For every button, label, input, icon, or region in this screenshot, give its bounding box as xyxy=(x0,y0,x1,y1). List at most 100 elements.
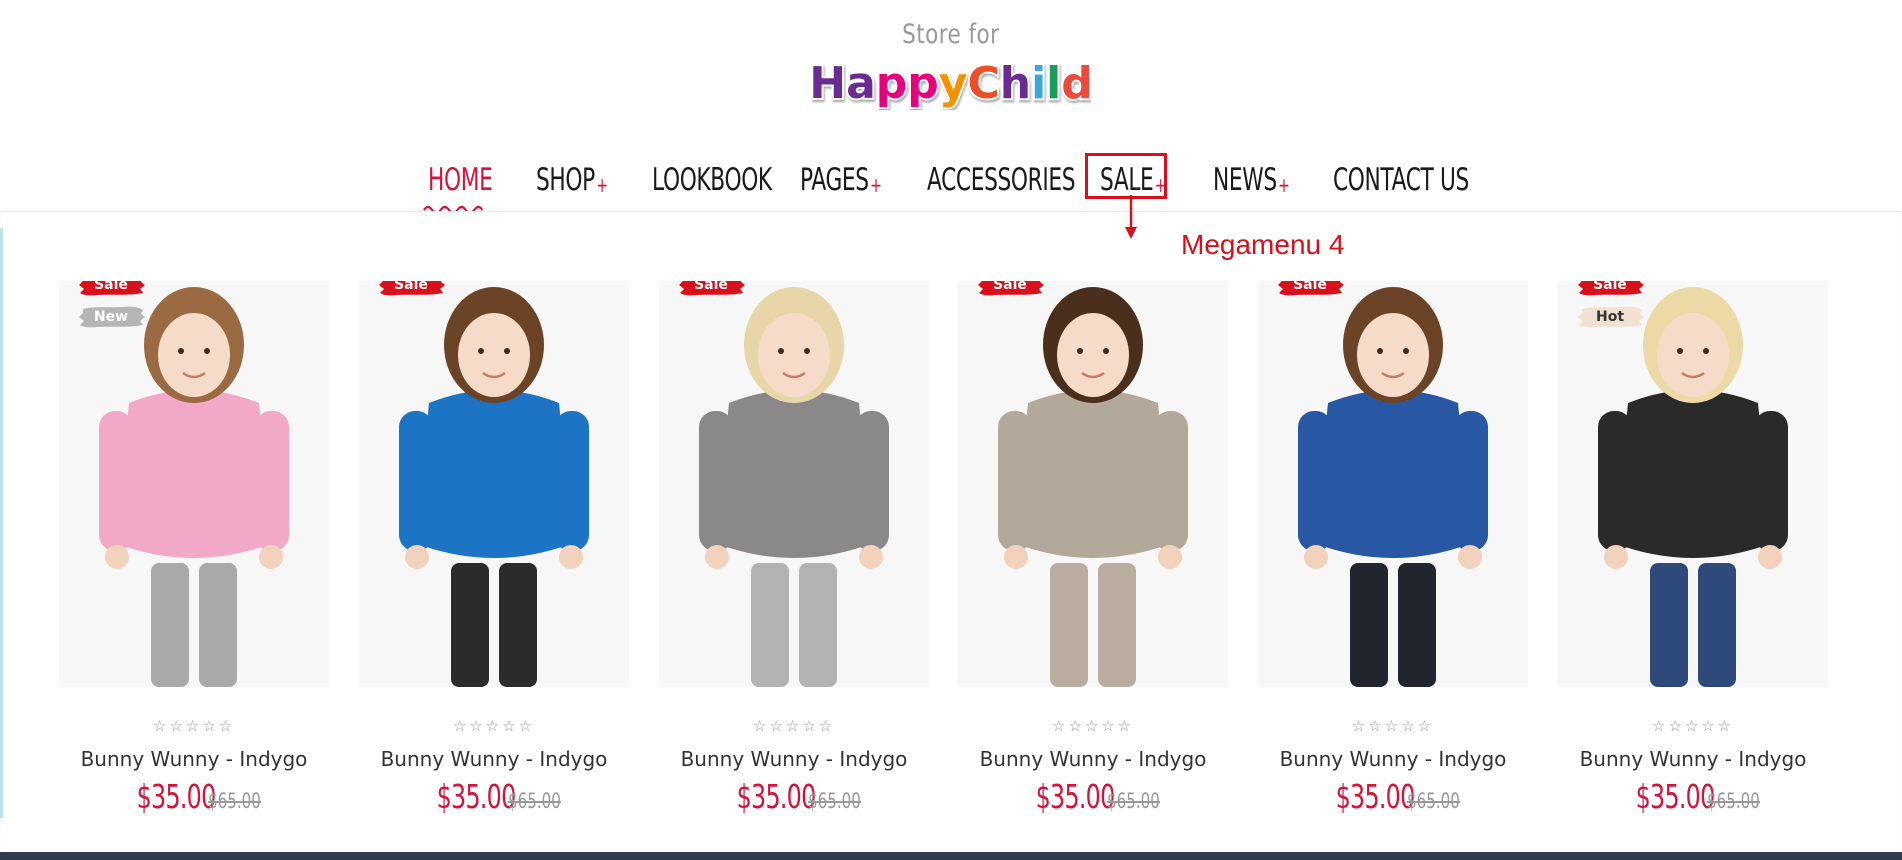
logo-letter: p xyxy=(907,58,939,109)
price-current: $35.00 xyxy=(1635,777,1716,816)
annotation-highlight-box xyxy=(1085,153,1167,199)
nav-item-label: CONTACT US xyxy=(1333,162,1469,198)
price-original: $65.00 xyxy=(808,789,862,813)
product-badge-hot: Hot xyxy=(1578,305,1644,329)
badge-label: Hot xyxy=(1595,309,1625,325)
badge-label: Sale xyxy=(993,281,1027,293)
price-original: $65.00 xyxy=(1407,789,1461,813)
nav-item-news[interactable]: NEWS+ xyxy=(1213,160,1290,205)
main-nav: HOME SHOP+ LOOKBOOK PAGES+ ACCESSORIES S… xyxy=(0,150,1902,214)
product-photo xyxy=(1558,281,1828,687)
nav-item-label: NEWS xyxy=(1213,162,1277,198)
logo-letter: h xyxy=(1000,58,1031,109)
product-rating[interactable]: ☆☆☆☆☆ xyxy=(359,717,629,735)
price-original: $65.00 xyxy=(208,789,262,813)
product-price: $35.00 $65.00 xyxy=(359,777,629,816)
product-image[interactable]: Sale Hot xyxy=(1558,281,1828,687)
product-photo xyxy=(59,281,329,687)
product-name[interactable]: Bunny Wunny - Indygo xyxy=(659,747,929,771)
product-photo xyxy=(1258,281,1528,687)
annotation-label: Megamenu 4 xyxy=(1181,229,1345,260)
product-badge-new: New xyxy=(79,305,145,329)
logo-letter: p xyxy=(876,58,908,109)
price-original: $65.00 xyxy=(1107,789,1161,813)
product-photo xyxy=(359,281,629,687)
nav-item-lookbook[interactable]: LOOKBOOK xyxy=(652,160,772,200)
product-price: $35.00 $65.00 xyxy=(1258,777,1528,816)
logo-wordmark: HappyChild xyxy=(811,56,1091,110)
product-image[interactable]: Sale xyxy=(359,281,629,687)
product-name[interactable]: Bunny Wunny - Indygo xyxy=(1258,747,1528,771)
product-image[interactable]: Sale xyxy=(1258,281,1528,687)
nav-item-label: PAGES xyxy=(800,162,869,198)
product-price: $35.00 $65.00 xyxy=(659,777,929,816)
product-rating[interactable]: ☆☆☆☆☆ xyxy=(659,717,929,735)
nav-item-pages[interactable]: PAGES+ xyxy=(800,160,882,205)
product-name[interactable]: Bunny Wunny - Indygo xyxy=(359,747,629,771)
nav-item-contact-us[interactable]: CONTACT US xyxy=(1333,160,1469,200)
svg-text:HappyChild: HappyChild xyxy=(811,58,1091,109)
badge-label: Sale xyxy=(94,281,128,293)
product-badge-sale: Sale xyxy=(1578,281,1644,297)
badge-label: Sale xyxy=(694,281,728,293)
product-rating[interactable]: ☆☆☆☆☆ xyxy=(1558,717,1828,735)
nav-item-accessories[interactable]: ACCESSORIES xyxy=(927,160,1076,200)
price-current: $35.00 xyxy=(136,777,217,816)
product-card[interactable]: Sale ☆☆☆☆☆ Bunny Wunny - Indygo $35.00 $… xyxy=(659,281,929,816)
footer-bar xyxy=(0,852,1902,860)
product-badge-sale: Sale xyxy=(1278,281,1344,297)
submenu-plus-icon: + xyxy=(870,173,882,197)
product-price: $35.00 $65.00 xyxy=(59,777,329,816)
product-name[interactable]: Bunny Wunny - Indygo xyxy=(958,747,1228,771)
price-current: $35.00 xyxy=(436,777,517,816)
submenu-plus-icon: + xyxy=(1278,173,1290,197)
logo-letter: H xyxy=(811,58,846,109)
product-image[interactable]: Sale New xyxy=(59,281,329,687)
logo-tagline: Store for xyxy=(902,19,1000,50)
product-photo xyxy=(659,281,929,687)
product-rating[interactable]: ☆☆☆☆☆ xyxy=(958,717,1228,735)
logo-letter: l xyxy=(1046,58,1061,109)
product-card[interactable]: Sale Hot ☆☆☆☆☆ Bunny Wunny - Indygo $35.… xyxy=(1558,281,1828,816)
product-photo xyxy=(958,281,1228,687)
product-rating[interactable]: ☆☆☆☆☆ xyxy=(59,717,329,735)
product-card[interactable]: Sale ☆☆☆☆☆ Bunny Wunny - Indygo $35.00 $… xyxy=(359,281,629,816)
left-edge-rail xyxy=(0,228,3,818)
product-image[interactable]: Sale xyxy=(659,281,929,687)
product-name[interactable]: Bunny Wunny - Indygo xyxy=(1558,747,1828,771)
price-current: $35.00 xyxy=(1335,777,1416,816)
product-rating[interactable]: ☆☆☆☆☆ xyxy=(1258,717,1528,735)
product-image[interactable]: Sale xyxy=(958,281,1228,687)
nav-item-label: SHOP xyxy=(536,162,595,198)
logo-letter: i xyxy=(1031,58,1046,109)
page: Store for HappyChild HOME SHOP+ LOOKBOOK… xyxy=(0,0,1902,860)
logo-letter: a xyxy=(846,58,876,109)
logo-letter: C xyxy=(967,58,999,109)
nav-item-home[interactable]: HOME xyxy=(423,160,493,214)
product-price: $35.00 $65.00 xyxy=(958,777,1228,816)
annotation-arrow-icon xyxy=(1125,195,1137,239)
logo-letter: y xyxy=(939,58,968,109)
product-badge-sale: Sale xyxy=(679,281,745,297)
submenu-plus-icon: + xyxy=(596,173,608,197)
product-card[interactable]: Sale ☆☆☆☆☆ Bunny Wunny - Indygo $35.00 $… xyxy=(958,281,1228,816)
badge-label: Sale xyxy=(1293,281,1327,293)
nav-item-label: ACCESSORIES xyxy=(927,162,1076,198)
price-current: $35.00 xyxy=(736,777,817,816)
badge-label: New xyxy=(93,309,129,325)
logo-letter: d xyxy=(1061,58,1091,109)
product-card[interactable]: Sale New ☆☆☆☆☆ Bunny Wunny - Indygo $35.… xyxy=(59,281,329,816)
price-original: $65.00 xyxy=(1707,789,1761,813)
site-logo[interactable]: Store for HappyChild xyxy=(0,18,1902,110)
price-original: $65.00 xyxy=(508,789,562,813)
product-name[interactable]: Bunny Wunny - Indygo xyxy=(59,747,329,771)
nav-item-label: HOME xyxy=(428,162,493,198)
nav-item-shop[interactable]: SHOP+ xyxy=(536,160,608,205)
badge-label: Sale xyxy=(394,281,428,293)
product-card[interactable]: Sale ☆☆☆☆☆ Bunny Wunny - Indygo $35.00 $… xyxy=(1258,281,1528,816)
product-badge-sale: Sale xyxy=(79,281,145,297)
nav-item-label: LOOKBOOK xyxy=(652,162,772,198)
product-badge-sale: Sale xyxy=(379,281,445,297)
product-price: $35.00 $65.00 xyxy=(1558,777,1828,816)
product-badge-sale: Sale xyxy=(978,281,1044,297)
